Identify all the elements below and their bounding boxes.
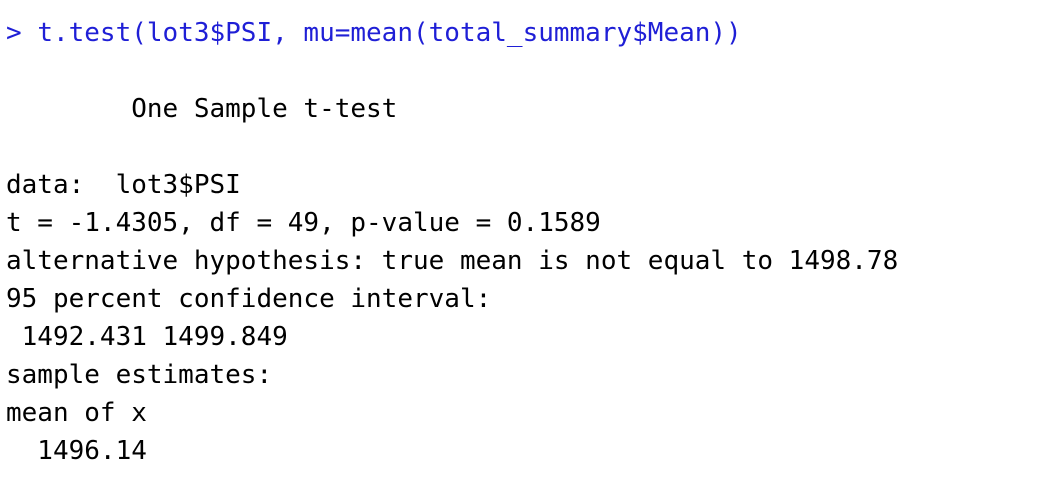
test-statistic-line: t = -1.4305, df = 49, p-value = 0.1589 [6,208,601,238]
r-console[interactable]: > t.test(lot3$PSI, mu=mean(total_summary… [6,14,1054,470]
console-prompt: > [6,18,38,48]
estimate-name-line: mean of x [6,398,147,428]
test-title-line: One Sample t-test [6,94,398,124]
sample-estimates-label: sample estimates: [6,360,273,390]
command-line: > t.test(lot3$PSI, mu=mean(total_summary… [6,14,1054,52]
confidence-interval-values: 1492.431 1499.849 [6,322,288,352]
data-line: data: lot3$PSI [6,170,241,200]
command-text: t.test(lot3$PSI, mu=mean(total_summary$M… [37,18,742,48]
confidence-interval-label: 95 percent confidence interval: [6,284,492,314]
estimate-value-line: 1496.14 [6,436,147,466]
output-line-blank-2 [6,128,1054,166]
output-line-blank-1 [6,52,1054,90]
alternative-hypothesis-line: alternative hypothesis: true mean is not… [6,246,899,276]
